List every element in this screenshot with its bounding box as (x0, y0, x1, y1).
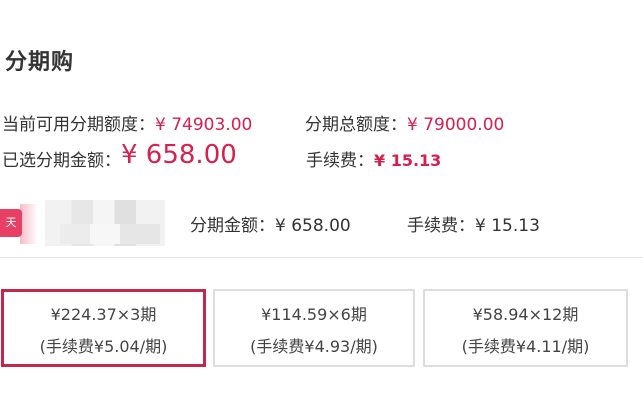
available-quota-value: ¥ 74903.00 (155, 115, 253, 135)
total-quota-value: ¥ 79000.00 (407, 115, 505, 135)
divider (0, 257, 643, 258)
item-fee-label: 手续费： (407, 216, 475, 236)
selected-amount-label: 已选分期金额： (2, 151, 121, 171)
badge-fade (20, 204, 38, 244)
item-amount-value: ¥ 658.00 (275, 216, 351, 236)
plan-fee: (手续费¥4.93/期) (250, 337, 378, 356)
blurred-product-detail (60, 224, 160, 244)
plan-option-3-periods[interactable]: ¥224.37×3期 (手续费¥5.04/期) (1, 289, 206, 367)
tmall-badge-icon: 天 (0, 209, 22, 237)
selected-fee: 手续费：¥ 15.13 (306, 146, 441, 171)
selected-amount-row: 已选分期金额：¥ 658.00 (2, 140, 237, 171)
item-fee: 手续费：¥ 15.13 (407, 211, 540, 236)
plan-amount: ¥224.37×3期 (50, 305, 157, 324)
installment-panel: 分期购 当前可用分期额度：¥ 74903.00 分期总额度：¥ 79000.00… (0, 0, 643, 394)
plan-amount: ¥114.59×6期 (261, 305, 367, 324)
plan-amount: ¥58.94×12期 (472, 305, 579, 324)
item-amount-label: 分期金额： (190, 216, 275, 236)
total-quota: 分期总额度：¥ 79000.00 (305, 110, 504, 135)
plan-fee: (手续费¥5.04/期) (39, 337, 168, 356)
total-quota-label: 分期总额度： (305, 115, 407, 135)
item-amount: 分期金额：¥ 658.00 (190, 211, 351, 236)
plan-fee: (手续费¥4.11/期) (461, 337, 590, 356)
selected-fee-label: 手续费： (306, 151, 374, 171)
plan-option-12-periods[interactable]: ¥58.94×12期 (手续费¥4.11/期) (423, 289, 628, 367)
selected-amount-value: ¥ 658.00 (121, 140, 237, 170)
available-quota-label: 当前可用分期额度： (2, 115, 155, 135)
quota-row: 当前可用分期额度：¥ 74903.00 分期总额度：¥ 79000.00 (2, 110, 504, 135)
item-fee-value: ¥ 15.13 (475, 216, 540, 236)
selected-fee-value: ¥ 15.13 (374, 151, 442, 170)
plan-option-6-periods[interactable]: ¥114.59×6期 (手续费¥4.93/期) (213, 289, 415, 367)
page-title: 分期购 (5, 50, 75, 75)
